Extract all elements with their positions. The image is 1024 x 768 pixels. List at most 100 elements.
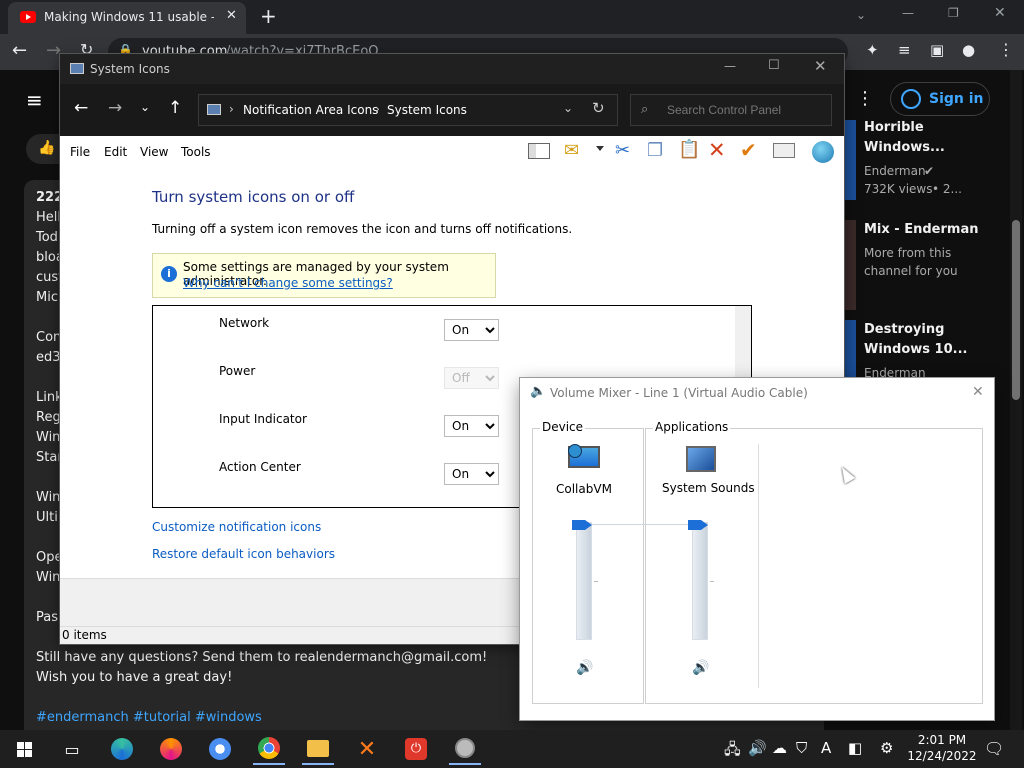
- clock[interactable]: 2:01 PM 12/24/2022: [906, 732, 978, 766]
- back-arrow-icon[interactable]: ←: [12, 40, 27, 61]
- account-icon: [901, 89, 921, 109]
- action-center-behavior-select[interactable]: On: [444, 463, 499, 485]
- audio-app-icon[interactable]: [449, 733, 481, 765]
- firefox-icon[interactable]: [155, 733, 187, 765]
- search-box[interactable]: ⌕: [630, 94, 832, 126]
- menu-edit[interactable]: Edit: [104, 145, 127, 159]
- related-video-item[interactable]: Horrible Windows... Enderman ✔ 732K view…: [844, 120, 1014, 210]
- app-volume-slider[interactable]: [692, 522, 708, 640]
- chrome-icon[interactable]: [253, 733, 285, 765]
- browser-tab[interactable]: Making Windows 11 usable - You ✕: [8, 2, 246, 34]
- admin-notice-link[interactable]: Why can't I change some settings?: [183, 276, 393, 290]
- description-hashtags[interactable]: #endermanch #tutorial #windows: [36, 710, 262, 725]
- address-bar[interactable]: › Notification Area Icons › System Icons…: [198, 94, 618, 126]
- language-indicator[interactable]: A: [821, 739, 831, 757]
- device-group-label: Device: [540, 420, 586, 434]
- close-button[interactable]: ✕: [814, 57, 827, 75]
- cloud-icon[interactable]: ☁: [772, 739, 787, 757]
- new-tab-button[interactable]: +: [260, 4, 277, 28]
- kebab-menu-icon[interactable]: ⋮: [998, 40, 1014, 59]
- device-mute-speaker-icon[interactable]: 🔊: [576, 660, 593, 676]
- maximize-button[interactable]: ☐: [768, 58, 780, 73]
- device-volume-slider[interactable]: [576, 522, 592, 640]
- cut-icon[interactable]: ✂: [615, 140, 630, 161]
- extensions-icon[interactable]: ✦: [866, 41, 879, 59]
- layout-icon[interactable]: [528, 143, 550, 159]
- video-channel: Enderman: [864, 164, 926, 178]
- menu-tools[interactable]: Tools: [181, 145, 211, 159]
- tab-search-icon[interactable]: ⌄: [856, 8, 866, 22]
- window-titlebar[interactable]: 🔈 Volume Mixer - Line 1 (Virtual Audio C…: [520, 378, 994, 408]
- input-indicator-icon[interactable]: ◧: [848, 739, 862, 757]
- restore-defaults-link[interactable]: Restore default icon behaviors: [152, 547, 335, 561]
- up-arrow-icon[interactable]: ↑: [168, 98, 182, 118]
- gear-icon[interactable]: ⚙: [880, 739, 893, 757]
- app-name: System Sounds: [662, 481, 755, 495]
- side-panel-icon[interactable]: ▣: [930, 41, 944, 59]
- task-view-icon[interactable]: ▭: [56, 733, 88, 765]
- search-input[interactable]: [667, 101, 817, 119]
- network-icon[interactable]: 🖧: [724, 739, 741, 764]
- breadcrumb-item[interactable]: System Icons: [387, 103, 467, 117]
- customize-icons-link[interactable]: Customize notification icons: [152, 520, 321, 534]
- x-app-icon[interactable]: ✕: [351, 733, 383, 765]
- profile-icon[interactable]: ●: [962, 41, 975, 59]
- hamburger-menu-icon[interactable]: ≡: [26, 88, 43, 112]
- minimize-button[interactable]: —: [724, 59, 736, 73]
- breadcrumb-item[interactable]: Notification Area Icons: [243, 103, 378, 117]
- close-button[interactable]: ✕: [972, 384, 984, 400]
- globe-icon[interactable]: [812, 141, 834, 163]
- verified-icon: ✔: [924, 164, 935, 178]
- edge-icon[interactable]: [106, 733, 138, 765]
- video-title-1: Destroying: [864, 322, 945, 337]
- copy-icon[interactable]: ❐: [647, 140, 663, 161]
- rename-icon[interactable]: [773, 143, 795, 158]
- menu-bar: File Edit View Tools ✉ ✂ ❐ 📋 ✕ ✔: [60, 136, 844, 168]
- menu-file[interactable]: File: [70, 145, 90, 159]
- page-scrollbar[interactable]: [1010, 70, 1022, 730]
- shield-icon[interactable]: ⛉: [796, 739, 807, 757]
- recent-locations-icon[interactable]: ⌄: [140, 100, 150, 114]
- window-titlebar[interactable]: System Icons — ☐ ✕: [60, 54, 844, 84]
- paste-icon[interactable]: 📋: [678, 139, 700, 160]
- description-wish: Wish you to have a great day!: [36, 670, 233, 685]
- input-indicator-behavior-select[interactable]: On: [444, 415, 499, 437]
- checkmark-icon[interactable]: ✔: [740, 138, 757, 162]
- back-arrow-icon[interactable]: ←: [74, 98, 88, 118]
- refresh-icon[interactable]: ↻: [592, 99, 605, 117]
- monitor-icon: [568, 444, 600, 472]
- power-app-icon[interactable]: ⏻: [400, 733, 432, 765]
- tab-close-icon[interactable]: ✕: [226, 8, 237, 23]
- search-icon: ⌕: [641, 102, 649, 117]
- dropdown-icon[interactable]: [596, 146, 604, 151]
- menu-view[interactable]: View: [140, 145, 168, 159]
- minimize-button[interactable]: —: [902, 6, 914, 20]
- close-button[interactable]: ✕: [994, 5, 1006, 21]
- forward-arrow-icon[interactable]: →: [46, 40, 61, 61]
- scrollbar-thumb[interactable]: [1012, 220, 1020, 400]
- network-behavior-select[interactable]: On: [444, 319, 499, 341]
- address-dropdown-icon[interactable]: ⌄: [563, 101, 573, 115]
- status-text: 0 items: [62, 628, 107, 642]
- file-explorer-icon[interactable]: [302, 733, 334, 765]
- sign-in-button[interactable]: Sign in: [890, 82, 990, 116]
- video-title-1: Horrible: [864, 120, 924, 135]
- forward-arrow-icon[interactable]: →: [108, 98, 122, 118]
- more-options-icon[interactable]: ⋮: [856, 88, 874, 109]
- page-description: Turning off a system icon removes the ic…: [152, 222, 573, 236]
- media-icon[interactable]: ≡: [898, 41, 911, 59]
- monitor-globe: [568, 444, 582, 458]
- notification-center-icon[interactable]: 🗨: [984, 739, 1004, 758]
- app-mute-speaker-icon[interactable]: 🔊: [692, 660, 709, 676]
- power-behavior-select[interactable]: Off: [444, 367, 499, 389]
- related-video-item[interactable]: Mix - Enderman More from this channel fo…: [844, 220, 1014, 310]
- restore-button[interactable]: ❐: [948, 6, 959, 20]
- chromium-icon[interactable]: [204, 733, 236, 765]
- delete-icon[interactable]: ✕: [708, 138, 726, 162]
- properties-icon[interactable]: ✉: [564, 140, 579, 161]
- icon-name: Network: [219, 316, 270, 330]
- start-button-windows-icon[interactable]: [8, 733, 40, 765]
- video-thumbnail: [844, 220, 856, 310]
- volume-icon[interactable]: 🔊: [748, 739, 767, 757]
- icon-name: Input Indicator: [219, 412, 307, 426]
